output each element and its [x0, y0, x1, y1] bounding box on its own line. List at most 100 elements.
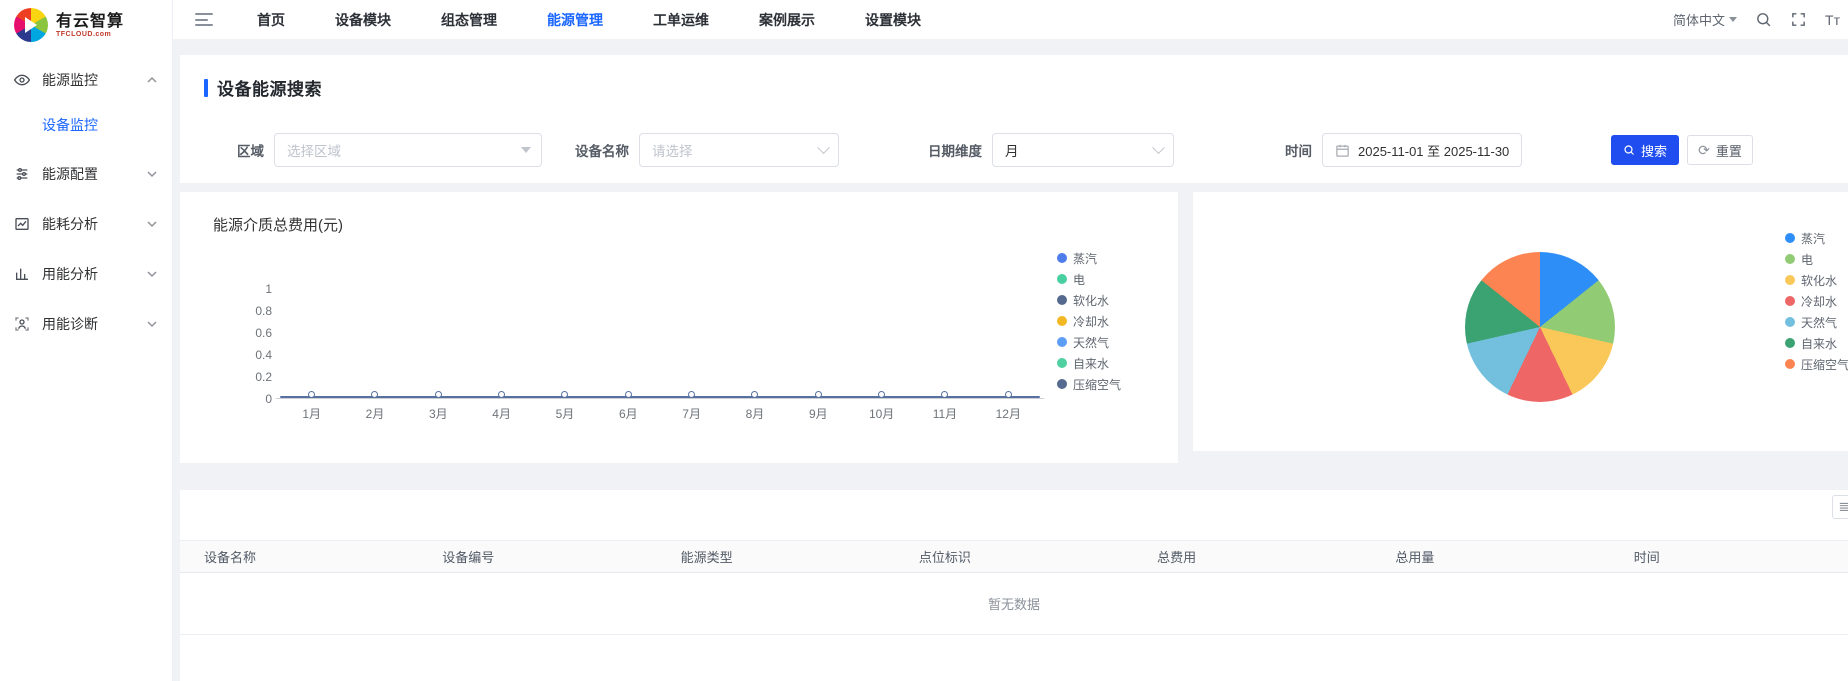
- nav-item-energy-management[interactable]: 能源管理: [547, 10, 603, 30]
- chevron-up-icon: [146, 74, 158, 86]
- nav-item-scada[interactable]: 组态管理: [441, 10, 497, 30]
- sidebar-item-label: 能源监控: [42, 70, 146, 90]
- language-selector[interactable]: 简体中文: [1673, 10, 1737, 29]
- sidebar-item-energy-monitor[interactable]: 能源监控: [0, 58, 172, 102]
- legend-item[interactable]: 电: [1057, 273, 1121, 285]
- sidebar-item-energy-config[interactable]: 能源配置: [0, 152, 172, 196]
- legend-item[interactable]: 自来水: [1057, 357, 1121, 369]
- line-chart-x-axis: 1月2月3月4月5月6月7月8月9月10月11月12月: [280, 405, 1040, 422]
- device-energy-search-panel: 设备能源搜索 区域 选择区域 设备名称 请选择: [180, 55, 1848, 183]
- legend-item[interactable]: 天然气: [1057, 336, 1121, 348]
- chevron-down-icon: [146, 168, 158, 180]
- column-header: 总费用: [1133, 547, 1371, 566]
- legend-dot: [1785, 338, 1795, 348]
- refresh-icon: ⟳: [1698, 143, 1710, 157]
- chevron-down-icon: [146, 318, 158, 330]
- line-chart-legend: 蒸汽 电 软化水 冷却水 天然气 自来水 压缩空气: [1057, 252, 1121, 390]
- brand-pinwheel-icon: [14, 8, 48, 42]
- legend-dot: [1057, 295, 1067, 305]
- chevron-down-icon: [1152, 141, 1165, 154]
- legend-item[interactable]: 软化水: [1057, 294, 1121, 306]
- table-empty-state: 暂无数据: [180, 573, 1848, 635]
- sidebar-item-consumption-analysis[interactable]: 能耗分析: [0, 202, 172, 246]
- reset-button[interactable]: ⟳ 重置: [1687, 135, 1753, 165]
- brand-name: 有云智算: [56, 13, 124, 31]
- fullscreen-icon[interactable]: [1790, 11, 1807, 28]
- legend-dot: [1057, 253, 1067, 263]
- device-name-label: 设备名称: [575, 140, 629, 160]
- device-name-select[interactable]: 请选择: [639, 133, 839, 167]
- legend-dot: [1057, 358, 1067, 368]
- region-select[interactable]: 选择区域: [274, 133, 542, 167]
- column-header: 时间: [1610, 547, 1848, 566]
- legend-dot: [1785, 317, 1795, 327]
- nav-item-case-show[interactable]: 案例展示: [759, 10, 815, 30]
- caret-down-icon: [521, 147, 531, 153]
- sidebar-item-usage-diagnosis[interactable]: 用能诊断: [0, 302, 172, 346]
- search-icon[interactable]: [1755, 11, 1772, 28]
- legend-dot: [1785, 254, 1795, 264]
- legend-dot: [1785, 296, 1795, 306]
- bar-chart-icon: [14, 266, 30, 282]
- pie-chart-legend: 蒸汽 电 软化水 冷却水 天然气 自来水 压缩空气: [1785, 232, 1848, 370]
- legend-item[interactable]: 压缩空气: [1057, 378, 1121, 390]
- legend-dot: [1785, 233, 1795, 243]
- column-header: 点位标识: [895, 547, 1133, 566]
- legend-item[interactable]: 软化水: [1785, 274, 1848, 286]
- trend-chart-icon: [14, 216, 30, 232]
- legend-item[interactable]: 蒸汽: [1057, 252, 1121, 264]
- chevron-down-icon: [146, 218, 158, 230]
- diagnose-person-icon: [14, 316, 30, 332]
- date-dimension-label: 日期维度: [928, 140, 982, 160]
- font-size-icon[interactable]: Tт: [1825, 12, 1842, 28]
- search-icon: [1623, 144, 1635, 156]
- legend-item[interactable]: 压缩空气: [1785, 358, 1848, 370]
- sliders-icon: [14, 166, 30, 182]
- panel-title: 设备能源搜索: [217, 75, 322, 100]
- sidebar: 有云智算 TFCLOUD.com 能源监控 设备监控 能源配置 能耗分析 用能分…: [0, 0, 173, 681]
- legend-item[interactable]: 冷却水: [1785, 295, 1848, 307]
- sidebar-item-label: 用能诊断: [42, 314, 146, 334]
- device-energy-table: ≣ 设备名称 设备编号 能源类型 点位标识 总费用 总用量 时间 暂无数据: [180, 490, 1848, 681]
- legend-item[interactable]: 天然气: [1785, 316, 1848, 328]
- series-markers: [280, 391, 1040, 398]
- brand-logo[interactable]: 有云智算 TFCLOUD.com: [0, 0, 172, 48]
- chevron-down-icon: [817, 141, 830, 154]
- top-navbar: 首页 设备模块 组态管理 能源管理 工单运维 案例展示 设置模块 简体中文 Tт: [173, 0, 1848, 40]
- legend-dot: [1057, 379, 1067, 389]
- chevron-down-icon: [146, 268, 158, 280]
- sidebar-item-usage-analysis[interactable]: 用能分析: [0, 252, 172, 296]
- nav-item-device-module[interactable]: 设备模块: [335, 10, 391, 30]
- pie-chart: [1465, 252, 1615, 402]
- legend-dot: [1057, 316, 1067, 326]
- legend-item[interactable]: 自来水: [1785, 337, 1848, 349]
- empty-text: 暂无数据: [988, 594, 1040, 613]
- nav-item-settings-module[interactable]: 设置模块: [865, 10, 921, 30]
- sidebar-item-label: 能耗分析: [42, 214, 146, 234]
- sidebar-item-label: 用能分析: [42, 264, 146, 284]
- column-header: 设备名称: [180, 547, 418, 566]
- date-range-input[interactable]: 2025-11-01 至 2025-11-30: [1322, 133, 1522, 167]
- legend-dot: [1057, 337, 1067, 347]
- caret-down-icon: [1729, 17, 1737, 22]
- sidebar-menu: 能源监控 设备监控 能源配置 能耗分析 用能分析 用能诊断: [0, 48, 172, 346]
- table-header-row: 设备名称 设备编号 能源类型 点位标识 总费用 总用量 时间: [180, 540, 1848, 573]
- column-header: 能源类型: [657, 547, 895, 566]
- date-dimension-select[interactable]: 月: [992, 133, 1174, 167]
- region-label: 区域: [237, 140, 264, 160]
- search-button[interactable]: 搜索: [1611, 135, 1679, 165]
- table-settings-icon[interactable]: ≣: [1832, 495, 1848, 519]
- sidebar-item-label: 能源配置: [42, 164, 146, 184]
- legend-item[interactable]: 冷却水: [1057, 315, 1121, 327]
- line-chart-title: 能源介质总费用(元): [213, 214, 343, 235]
- x-axis-line: [276, 398, 1044, 399]
- nav-item-work-order[interactable]: 工单运维: [653, 10, 709, 30]
- sidebar-subitem-device-monitor[interactable]: 设备监控: [0, 106, 172, 144]
- legend-item[interactable]: 电: [1785, 253, 1848, 265]
- legend-dot: [1785, 275, 1795, 285]
- nav-item-home[interactable]: 首页: [257, 10, 285, 30]
- energy-medium-pie-chart-panel: 蒸汽 电 软化水 冷却水 天然气 自来水 压缩空气: [1193, 192, 1848, 451]
- collapse-menu-icon[interactable]: [195, 13, 213, 26]
- legend-item[interactable]: 蒸汽: [1785, 232, 1848, 244]
- title-accent-bar: [204, 79, 208, 97]
